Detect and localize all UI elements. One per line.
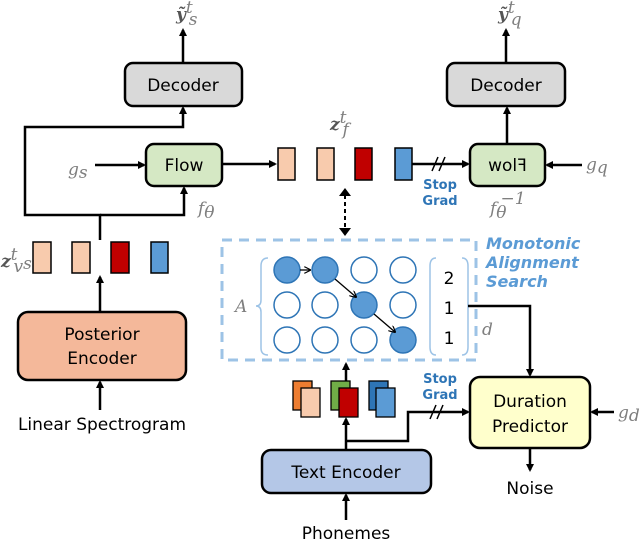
decoder-left: Decoder: [123, 61, 244, 108]
a-label: A: [233, 297, 247, 317]
alignment-cell-empty: [389, 291, 417, 319]
alignment-cell-empty: [311, 291, 339, 319]
linear-spectrogram-label: Linear Spectrogram: [18, 415, 186, 435]
stop-grad-top-2: Grad: [422, 194, 457, 209]
decoder-right-label: Decoder: [470, 76, 542, 96]
y-q-label: ỹt q: [497, 0, 522, 30]
g-q-label: gq: [586, 155, 608, 178]
noise-label: Noise: [506, 479, 553, 499]
alignment-cell-filled: [311, 256, 339, 284]
alignment-cell-empty: [273, 291, 301, 319]
mas-label-3: Search: [486, 272, 548, 291]
inverse-flow-block: Flow: [468, 142, 547, 188]
g-d-label: gd: [618, 403, 640, 426]
f-theta-label: fθ: [196, 199, 215, 223]
duration-label-1: Duration: [493, 392, 567, 412]
flow-label: Flow: [165, 156, 204, 176]
text-embeddings: [292, 380, 396, 418]
alignment-cell-filled: [273, 256, 301, 284]
phonemes-label: Phonemes: [302, 524, 391, 541]
alignment-cell-empty: [350, 326, 378, 354]
path-arrow-2: [334, 278, 356, 297]
stop-grad-bottom-1: Stop: [423, 372, 457, 387]
stop-grad-bottom-2: Grad: [422, 388, 457, 403]
z-v-label: zt vs: [0, 245, 32, 277]
z-f-latents: [277, 147, 413, 181]
duration-value-2: 1: [444, 299, 455, 319]
f-theta-inv-label: fθ−1: [488, 189, 526, 223]
y-s-label: ỹt s: [175, 0, 198, 30]
g-s-label: gs: [68, 160, 88, 183]
flow-block: Flow: [144, 142, 224, 188]
duration-label-2: Predictor: [492, 417, 568, 437]
posterior-label-2: Encoder: [67, 349, 137, 369]
vits-architecture-diagram: Decoder ỹt s Flow gs fθ zt f Stop Grad Flo…: [0, 0, 640, 541]
z-v-latents: [32, 241, 169, 274]
d-label: d: [482, 320, 493, 340]
stop-grad-top-1: Stop: [423, 178, 457, 193]
decoder-right: Decoder: [445, 61, 567, 108]
alignment-cell-empty: [273, 326, 301, 354]
inverse-flow-label: Flow: [488, 156, 527, 176]
alignment-cell-empty: [350, 256, 378, 284]
arrow-to-duration: [346, 408, 470, 443]
alignment-grid: [273, 256, 417, 354]
path-arrow-3: [373, 313, 395, 332]
posterior-label-1: Posterior: [64, 325, 139, 345]
decoder-left-label: Decoder: [147, 76, 219, 96]
duration-predictor: Duration Predictor: [468, 375, 592, 450]
alignment-cell-empty: [389, 256, 417, 284]
duration-value-1: 2: [444, 269, 455, 289]
mas-label-1: Monotonic: [486, 234, 581, 253]
mas-label-2: Alignment: [484, 253, 580, 272]
mas-box: [220, 238, 478, 362]
posterior-encoder: Posterior Encoder: [16, 310, 188, 382]
duration-value-3: 1: [444, 329, 455, 349]
alignment-cell-empty: [311, 326, 339, 354]
text-encoder: Text Encoder: [260, 448, 433, 495]
matrix-brace: [255, 257, 269, 356]
text-encoder-label: Text Encoder: [290, 463, 400, 483]
arrow-to-flow: [100, 186, 188, 217]
z-f-label: zt f: [329, 108, 352, 140]
